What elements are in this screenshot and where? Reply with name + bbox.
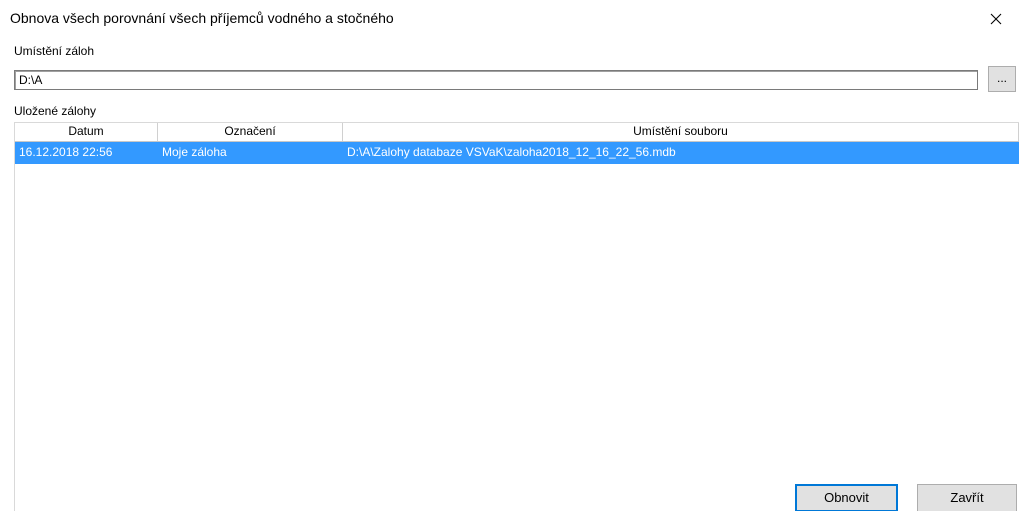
window-close-button[interactable] <box>973 0 1019 38</box>
backups-list[interactable]: Datum Označení Umístění souboru 16.12.20… <box>14 122 1019 511</box>
close-button[interactable]: Zavřít <box>917 484 1017 511</box>
table-row[interactable]: 16.12.2018 22:56 Moje záloha D:\A\Zalohy… <box>15 142 1019 164</box>
row-file-location: D:\A\Zalohy databaze VSVaK\zaloha2018_12… <box>347 145 676 159</box>
title-bar: Obnova všech porovnání všech příjemců vo… <box>0 0 1019 38</box>
close-icon <box>990 13 1002 25</box>
restore-button[interactable]: Obnovit <box>795 484 898 511</box>
row-date: 16.12.2018 22:56 <box>19 145 113 159</box>
restore-dialog: Obnova všech porovnání všech příjemců vo… <box>0 0 1019 511</box>
browse-button[interactable]: ... <box>988 66 1016 92</box>
backup-location-input[interactable] <box>14 70 978 90</box>
row-name: Moje záloha <box>162 145 227 159</box>
column-header-name[interactable]: Označení <box>158 123 343 141</box>
window-title: Obnova všech porovnání všech příjemců vo… <box>10 10 394 26</box>
saved-backups-label: Uložené zálohy <box>14 104 97 118</box>
backups-list-header: Datum Označení Umístění souboru <box>15 123 1019 142</box>
column-header-date[interactable]: Datum <box>15 123 158 141</box>
backup-location-label: Umístění záloh <box>14 44 95 58</box>
column-header-file-location[interactable]: Umístění souboru <box>343 123 1019 141</box>
